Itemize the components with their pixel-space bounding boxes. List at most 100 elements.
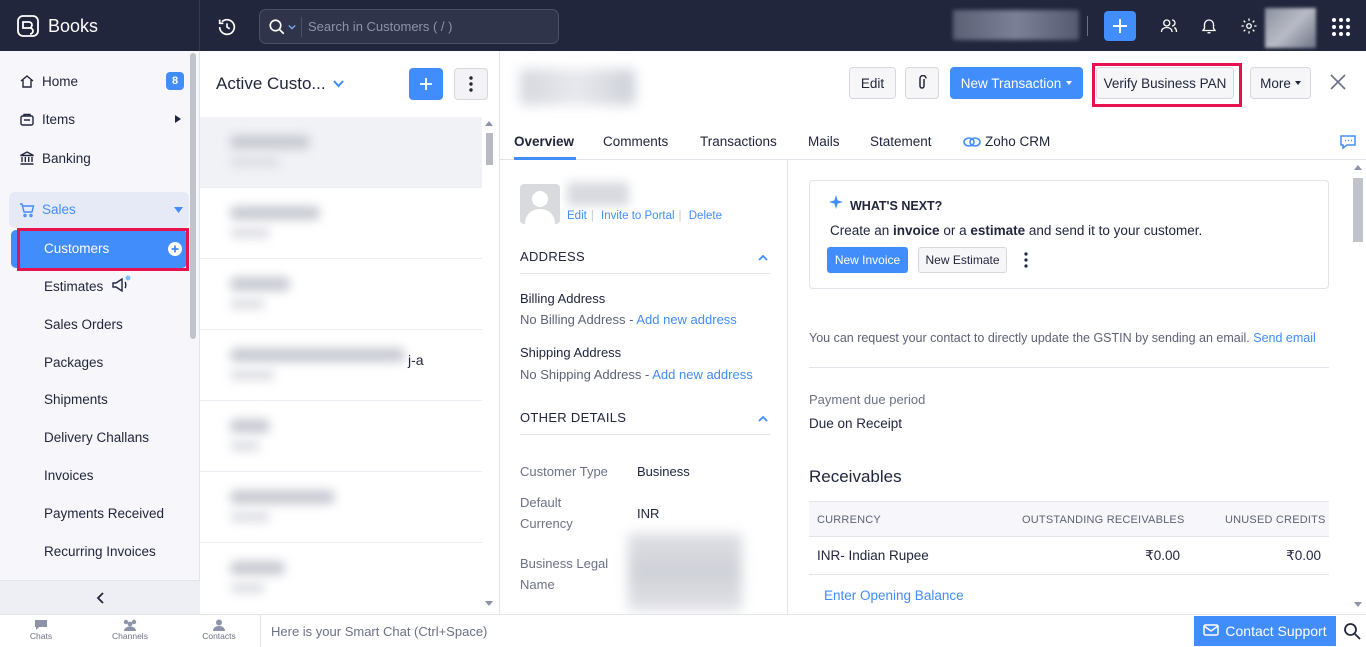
envelope-chat-icon — [1203, 624, 1220, 636]
payment-due-period-value: Due on Receipt — [809, 416, 903, 431]
address-section-heading[interactable]: ADDRESS — [520, 249, 585, 264]
chats-button[interactable]: Chats — [11, 618, 71, 646]
column-header-unused-credits: UNUSED CREDITS — [1225, 514, 1326, 526]
search-box[interactable] — [259, 9, 559, 44]
zoho-crm-icon — [963, 137, 981, 147]
tab-mails[interactable]: Mails — [808, 134, 840, 149]
plus-icon — [1113, 19, 1127, 33]
person-placeholder-icon — [525, 191, 555, 224]
scroll-thumb[interactable] — [486, 133, 493, 165]
list-options-button[interactable] — [454, 68, 488, 100]
billing-address-label: Billing Address — [520, 291, 606, 306]
sidebar-scrollbar[interactable] — [190, 53, 196, 339]
detail-tabs: Overview Comments Transactions Mails Sta… — [500, 129, 1366, 160]
sidebar-item-sales-orders[interactable]: Sales Orders — [44, 317, 123, 332]
scroll-up-arrow-icon[interactable] — [485, 121, 493, 126]
megaphone-icon[interactable] — [111, 275, 133, 295]
sidebar-collapse-bar[interactable] — [0, 580, 200, 614]
tab-transactions[interactable]: Transactions — [700, 134, 777, 149]
kebab-menu-icon[interactable] — [1024, 252, 1028, 268]
list-view-title[interactable]: Active Custo... — [216, 74, 326, 94]
add-billing-address-link[interactable]: Add new address — [636, 312, 736, 327]
sidebar-item-home[interactable]: Home 8 — [0, 63, 190, 99]
chevron-down-icon[interactable] — [333, 80, 344, 88]
search-icon[interactable] — [268, 18, 286, 36]
bell-icon[interactable] — [1200, 17, 1218, 35]
verify-business-pan-button[interactable]: Verify Business PAN — [1096, 67, 1234, 99]
edit-contact-link[interactable]: Edit — [567, 210, 587, 222]
list-item[interactable] — [200, 543, 482, 614]
sidebar-item-shipments[interactable]: Shipments — [44, 392, 108, 407]
tab-overview[interactable]: Overview — [514, 134, 574, 149]
business-legal-name-label: Business Legal Name — [520, 556, 609, 592]
invite-to-portal-link[interactable]: Invite to Portal — [601, 210, 675, 222]
app-name[interactable]: Books — [48, 16, 98, 37]
sidebar-item-invoices[interactable]: Invoices — [44, 468, 94, 483]
organization-switcher[interactable] — [953, 10, 1079, 40]
scroll-up-arrow-icon[interactable] — [1354, 165, 1362, 170]
close-icon[interactable] — [1329, 73, 1347, 91]
sidebar-item-delivery-challans[interactable]: Delivery Challans — [44, 430, 149, 445]
divider — [520, 434, 770, 435]
sidebar-item-sales[interactable]: Sales — [9, 192, 189, 228]
sidebar-item-customers[interactable]: Customers — [11, 230, 187, 268]
list-item[interactable]: j-a — [200, 330, 482, 401]
new-invoice-button[interactable]: New Invoice — [827, 247, 908, 273]
default-currency-value: INR — [637, 506, 660, 521]
enter-opening-balance-link[interactable]: Enter Opening Balance — [824, 588, 964, 603]
gear-icon[interactable] — [1240, 17, 1258, 35]
tab-comments[interactable]: Comments — [603, 134, 668, 149]
chevron-up-icon[interactable] — [758, 254, 768, 261]
list-item[interactable] — [200, 188, 482, 259]
tab-zoho-crm[interactable]: Zoho CRM — [985, 134, 1050, 149]
user-avatar[interactable] — [1265, 8, 1316, 48]
add-circle-icon[interactable] — [168, 242, 182, 256]
sidebar-item-banking[interactable]: Banking — [0, 140, 190, 176]
other-details-section-heading[interactable]: OTHER DETAILS — [520, 410, 626, 425]
sidebar-item-estimates[interactable]: Estimates — [44, 279, 103, 294]
attach-button[interactable] — [905, 67, 939, 99]
channels-button[interactable]: Channels — [100, 618, 160, 646]
list-scrollbar[interactable] — [483, 119, 495, 614]
list-item[interactable] — [200, 259, 482, 330]
recent-history-icon[interactable] — [216, 16, 238, 38]
sidebar-item-items[interactable]: Items — [0, 101, 190, 137]
scroll-thumb[interactable] — [1353, 178, 1363, 242]
new-estimate-button[interactable]: New Estimate — [918, 247, 1007, 273]
list-item[interactable] — [200, 401, 482, 472]
smart-chat-bar[interactable] — [260, 615, 1195, 647]
chevron-left-icon[interactable] — [96, 592, 104, 604]
new-transaction-button[interactable]: New Transaction — [950, 67, 1083, 99]
sidebar-item-packages[interactable]: Packages — [44, 355, 103, 370]
contact-support-button[interactable]: Contact Support — [1194, 616, 1336, 646]
more-button[interactable]: More — [1250, 67, 1311, 99]
detail-scrollbar[interactable] — [1350, 160, 1366, 614]
scroll-down-arrow-icon[interactable] — [1354, 602, 1362, 607]
edit-button[interactable]: Edit — [849, 67, 896, 99]
new-transaction-label: New Transaction — [960, 75, 1062, 91]
list-item[interactable] — [200, 472, 482, 543]
smart-chat-input[interactable] — [271, 621, 871, 641]
tab-statement[interactable]: Statement — [870, 134, 932, 149]
chat-feedback-icon[interactable] — [1339, 134, 1357, 150]
search-input[interactable] — [308, 14, 548, 39]
add-shipping-address-link[interactable]: Add new address — [652, 367, 752, 382]
scroll-down-arrow-icon[interactable] — [485, 601, 493, 606]
quick-create-button[interactable] — [1104, 11, 1136, 41]
books-logo-icon[interactable] — [16, 14, 40, 38]
kebab-menu-icon — [469, 76, 473, 92]
sidebar-item-recurring-invoices[interactable]: Recurring Invoices — [44, 544, 156, 559]
search-icon[interactable] — [1343, 622, 1361, 640]
chevron-up-icon[interactable] — [758, 415, 768, 422]
send-email-link[interactable]: Send email — [1253, 331, 1316, 345]
users-icon[interactable] — [1160, 17, 1178, 35]
delete-contact-link[interactable]: Delete — [689, 210, 722, 222]
apps-grid-icon[interactable] — [1332, 18, 1350, 36]
contact-avatar[interactable] — [520, 184, 560, 224]
list-item[interactable] — [200, 117, 482, 188]
bag-icon — [20, 113, 34, 126]
chevron-down-icon[interactable] — [288, 24, 296, 30]
sidebar-item-payments-received[interactable]: Payments Received — [44, 506, 164, 521]
new-customer-button[interactable] — [409, 68, 443, 100]
contacts-button[interactable]: Contacts — [189, 618, 249, 646]
